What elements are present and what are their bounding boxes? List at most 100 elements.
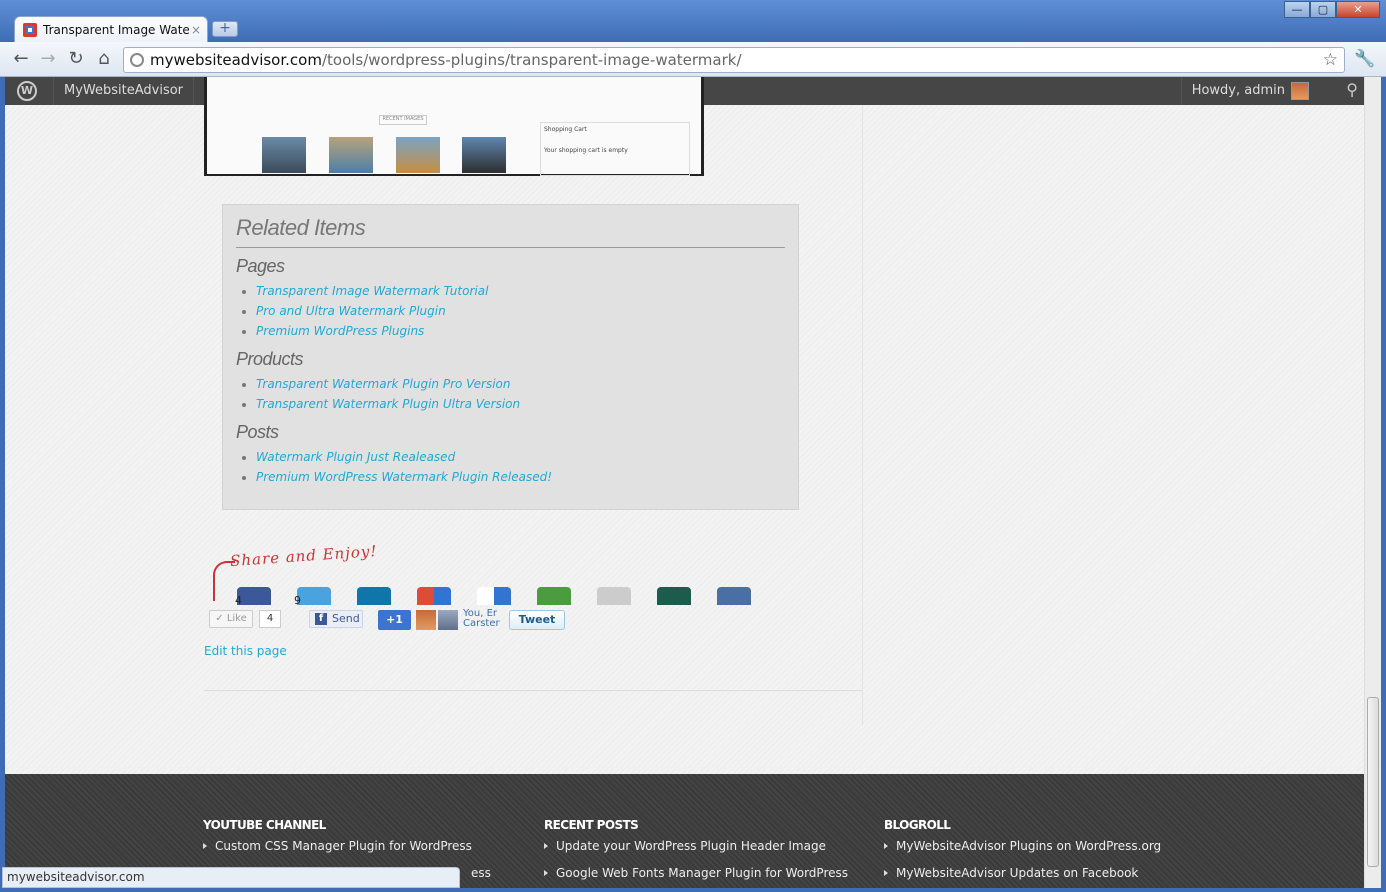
reload-icon[interactable]: ↻	[65, 49, 87, 71]
posts-heading: Posts	[236, 422, 279, 442]
twitter-share-icon[interactable]	[297, 587, 331, 605]
title-bar: Transparent Image Waterm × + — ▢ ✕	[0, 0, 1386, 42]
cart-title: Shopping Cart	[544, 126, 587, 133]
related-link[interactable]: Pro and Ultra Watermark Plugin	[256, 304, 446, 318]
browser-tab[interactable]: Transparent Image Waterm ×	[14, 16, 208, 42]
related-link[interactable]: Transparent Image Watermark Tutorial	[256, 284, 488, 298]
delicious-icon[interactable]	[477, 587, 511, 605]
related-link[interactable]: Premium WordPress Plugins	[256, 324, 424, 338]
recent-images-label: RECENT IMAGES	[379, 115, 427, 125]
favicon-icon	[23, 22, 37, 37]
divider	[204, 690, 862, 691]
thumbnail-image	[329, 137, 373, 173]
address-bar[interactable]: mywebsiteadvisor.com/tools/wordpress-plu…	[123, 47, 1345, 73]
google-bookmarks-icon[interactable]	[417, 587, 451, 605]
sidebar-divider	[862, 105, 863, 725]
list-item: Premium WordPress Plugins	[236, 321, 785, 341]
list-item: Premium WordPress Watermark Plugin Relea…	[236, 467, 785, 487]
avatar	[1291, 82, 1309, 100]
list-item: Pro and Ultra Watermark Plugin	[236, 301, 785, 321]
list-item: Transparent Watermark Plugin Pro Version	[236, 374, 785, 394]
posterous-icon[interactable]	[717, 587, 751, 605]
plus-one-text: You, Er Carster	[463, 609, 500, 629]
recent-posts-heading: RECENT POSTS	[544, 818, 639, 832]
related-link[interactable]: Premium WordPress Watermark Plugin Relea…	[256, 470, 552, 484]
like-button[interactable]: ✓ Like	[209, 610, 253, 628]
howdy-text: Howdy, admin	[1191, 83, 1285, 98]
linkedin-share-icon[interactable]	[357, 587, 391, 605]
list-item: Watermark Plugin Just Realeased	[236, 447, 785, 467]
related-items-box: Related Items Pages Transparent Image Wa…	[222, 204, 799, 510]
vertical-scrollbar[interactable]	[1364, 77, 1381, 888]
avatar	[438, 610, 458, 630]
tab-title: Transparent Image Waterm	[43, 22, 189, 37]
related-link[interactable]: Transparent Watermark Plugin Pro Version	[256, 377, 511, 391]
home-icon[interactable]: ⌂	[93, 49, 115, 71]
status-bar: mywebsiteadvisor.com	[2, 867, 460, 888]
footer-link[interactable]: MyWebsiteAdvisor Updates on Facebook	[884, 865, 1161, 888]
cart-text: Your shopping cart is empty	[544, 147, 628, 154]
shopping-cart-widget: Shopping Cart Your shopping cart is empt…	[540, 122, 690, 176]
avatar	[416, 610, 436, 630]
thumbnail-image	[262, 137, 306, 173]
products-list: Transparent Watermark Plugin Pro Version…	[236, 374, 785, 414]
url-path: /tools/wordpress-plugins/transparent-ima…	[321, 51, 742, 69]
share-and-enjoy-title: Share and Enjoy!	[229, 541, 378, 571]
footer-edge	[5, 767, 1364, 775]
list-item: Transparent Image Watermark Tutorial	[236, 281, 785, 301]
related-link[interactable]: Watermark Plugin Just Realeased	[256, 450, 455, 464]
tab-close-icon[interactable]: ×	[191, 23, 201, 37]
new-tab-button[interactable]: +	[212, 21, 238, 37]
url-domain: mywebsiteadvisor.com	[150, 51, 322, 69]
pages-list: Transparent Image Watermark Tutorial Pro…	[236, 281, 785, 341]
bookmark-star-icon[interactable]: ☆	[1323, 50, 1338, 70]
admin-bar-account[interactable]: Howdy, admin	[1180, 77, 1319, 105]
globe-icon	[130, 53, 144, 67]
twitter-count: 9	[294, 594, 301, 607]
wrench-icon[interactable]: 🔧	[1354, 49, 1375, 69]
footer-link[interactable]: MyWebsiteAdvisor Plugins on WordPress.or…	[884, 838, 1161, 865]
admin-bar-site-link[interactable]: MyWebsiteAdvisor	[53, 77, 195, 105]
footer-link[interactable]: Update your WordPress Plugin Header Imag…	[544, 838, 848, 865]
thumbnail-image	[462, 137, 506, 173]
thumbnail-image	[396, 137, 440, 173]
edit-page-link[interactable]: Edit this page	[204, 644, 287, 658]
scrollbar-thumb[interactable]	[1367, 697, 1379, 867]
window-controls: — ▢ ✕	[1284, 1, 1380, 18]
footer-recent-posts: RECENT POSTS Update your WordPress Plugi…	[544, 818, 848, 888]
blogroll-heading: BLOGROLL	[884, 818, 951, 832]
forward-icon[interactable]: →	[37, 49, 59, 71]
tweet-button[interactable]: Tweet	[509, 610, 565, 630]
google-plus-one-button[interactable]: +1	[378, 610, 411, 630]
pages-heading: Pages	[236, 256, 285, 276]
related-link[interactable]: Transparent Watermark Plugin Ultra Versi…	[256, 397, 520, 411]
related-title: Related Items	[236, 215, 785, 248]
posts-list: Watermark Plugin Just Realeased Premium …	[236, 447, 785, 487]
list-item: Transparent Watermark Plugin Ultra Versi…	[236, 394, 785, 414]
arrow-icon	[213, 561, 235, 601]
back-icon[interactable]: ←	[10, 49, 32, 71]
digg-icon[interactable]	[657, 587, 691, 605]
like-label: Like	[226, 613, 247, 624]
like-count: 4	[259, 610, 281, 628]
facebook-count: 4	[235, 594, 242, 607]
reddit-icon[interactable]	[597, 587, 631, 605]
plugin-screenshot: RECENT IMAGES Shopping Cart Your shoppin…	[204, 77, 704, 176]
minimize-button[interactable]: —	[1284, 1, 1310, 18]
footer-link[interactable]: Google Web Fonts Manager Plugin for Word…	[544, 865, 848, 888]
footer-link[interactable]: Custom CSS Manager Plugin for WordPress	[203, 838, 491, 865]
send-button[interactable]: Send	[309, 610, 363, 628]
web-page: W MyWebsiteAdvisor Howdy, admin ⚲ RECENT…	[5, 77, 1364, 888]
search-icon[interactable]: ⚲	[1346, 80, 1358, 99]
close-window-button[interactable]: ✕	[1336, 1, 1380, 18]
url-text: mywebsiteadvisor.com/tools/wordpress-plu…	[150, 51, 742, 69]
footer-blogroll: BLOGROLL MyWebsiteAdvisor Plugins on Wor…	[884, 818, 1161, 888]
stumbleupon-icon[interactable]	[537, 587, 571, 605]
maximize-button[interactable]: ▢	[1310, 1, 1336, 18]
products-heading: Products	[236, 349, 304, 369]
browser-toolbar: ← → ↻ ⌂ mywebsiteadvisor.com/tools/wordp…	[0, 42, 1386, 77]
plus-one-line2: Carster	[463, 618, 500, 629]
facebook-share-icon[interactable]	[237, 587, 271, 605]
youtube-heading: YOUTUBE CHANNEL	[203, 818, 326, 832]
wordpress-logo-icon[interactable]: W	[17, 81, 37, 101]
